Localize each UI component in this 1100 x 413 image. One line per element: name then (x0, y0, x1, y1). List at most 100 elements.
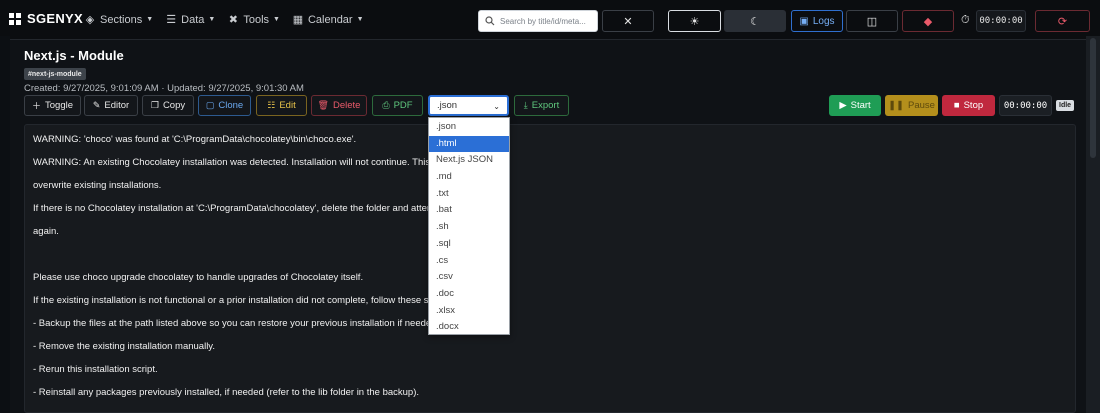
format-select[interactable]: .json ⌄ (428, 95, 509, 116)
close-icon: ✕ (623, 15, 633, 28)
format-option-csv[interactable]: .csv (429, 269, 509, 286)
content-line: again. (33, 226, 59, 237)
reset-button[interactable]: ⟳ (1035, 10, 1090, 32)
format-dropdown-list: .json .html Next.js JSON .md .txt .bat .… (428, 117, 510, 335)
delete-button[interactable]: 🗑 Delete (311, 95, 367, 116)
eraser-icon: ◆ (923, 15, 933, 28)
nav-data-label: Data (181, 13, 205, 26)
content-line: WARNING: An existing Chocolatey installa… (33, 157, 446, 168)
chevron-down-icon: ⌄ (493, 102, 500, 111)
export-label: Export (531, 100, 560, 111)
format-option-html[interactable]: .html (429, 135, 509, 153)
brand-name: SGENYX (27, 11, 83, 26)
trash-icon: 🗑 (317, 100, 329, 110)
format-option-nextjs-json[interactable]: Next.js JSON (429, 152, 509, 169)
dark-theme-button[interactable]: ☾ (724, 10, 786, 32)
logs-button[interactable]: ▣ Logs (791, 10, 843, 32)
global-timer: 00:00:00 (976, 10, 1026, 32)
calendar-icon: ▦ (292, 14, 304, 26)
toggle-label: Toggle (45, 100, 73, 111)
brand-logo-icon (9, 12, 21, 25)
search-input[interactable] (500, 16, 596, 26)
light-theme-button[interactable]: ☀ (668, 10, 721, 32)
content-line: - Remove the existing installation manua… (33, 341, 215, 352)
panel-button[interactable]: ◫ (846, 10, 898, 32)
stop-label: Stop (963, 100, 984, 111)
nav-calendar[interactable]: ▦ Calendar ▼ (292, 13, 364, 27)
content-line: - Rerun this installation script. (33, 364, 158, 375)
content-line: WARNING: 'choco' was found at 'C:\Progra… (33, 134, 357, 145)
stop-icon: ■ (953, 100, 960, 111)
timestamps: Created: 9/27/2025, 9:01:09 AM · Updated… (24, 83, 304, 94)
nav-tools-label: Tools (243, 13, 270, 26)
export-button[interactable]: ⤓ Export (514, 95, 569, 116)
format-option-sh[interactable]: .sh (429, 219, 509, 236)
clone-icon: ▢ (205, 100, 215, 110)
chevron-down-icon: ▼ (208, 16, 216, 23)
pause-button[interactable]: ❚❚ Pause (885, 95, 938, 116)
content-line: Please use choco upgrade chocolatey to h… (33, 272, 364, 283)
moon-icon: ☾ (750, 15, 760, 28)
database-icon: ☰ (166, 14, 177, 26)
app-window: SGENYX ◈ Sections ▼ ☰ Data ▼ ✖ Tools ▼ ▦… (0, 0, 1100, 413)
format-option-json[interactable]: .json (429, 119, 509, 136)
eraser-button[interactable]: ◆ (902, 10, 954, 32)
copy-button[interactable]: ❐ Copy (142, 95, 194, 116)
edit-button[interactable]: ☷ Edit (256, 95, 307, 116)
delete-label: Delete (332, 100, 361, 111)
content-line: - Reinstall any packages previously inst… (33, 387, 420, 398)
power-icon: ⟳ (1057, 15, 1068, 28)
format-option-doc[interactable]: .doc (429, 286, 509, 303)
content-line: If the existing installation is not func… (33, 295, 437, 306)
page-title: Next.js - Module (24, 48, 124, 63)
search-box (478, 10, 598, 32)
chevron-down-icon: ▼ (273, 16, 280, 23)
nav-menu: ◈ Sections ▼ ☰ Data ▼ ✖ Tools ▼ ▦ Calend… (84, 13, 364, 27)
format-option-txt[interactable]: .txt (429, 186, 509, 203)
status-badge: Idle (1056, 100, 1075, 111)
editor-label: Editor (104, 100, 130, 111)
start-button[interactable]: ▶ Start (829, 95, 881, 116)
edit-label: Edit (279, 100, 296, 111)
format-option-bat[interactable]: .bat (429, 202, 509, 219)
nav-sections[interactable]: ◈ Sections ▼ (84, 13, 154, 27)
format-option-sql[interactable]: .sql (429, 236, 509, 253)
scrollbar-thumb[interactable] (1090, 38, 1096, 158)
format-option-xlsx[interactable]: .xlsx (429, 303, 509, 320)
search-icon (485, 16, 495, 26)
stop-button[interactable]: ■ Stop (942, 95, 995, 116)
start-label: Start (850, 100, 871, 111)
brand[interactable]: SGENYX (8, 11, 83, 26)
tag-badge: #next-js-module (24, 68, 86, 80)
pdf-label: PDF (393, 100, 413, 111)
copy-icon: ❐ (150, 100, 159, 110)
panel-icon: ◫ (866, 15, 878, 28)
left-edge (0, 36, 10, 413)
sun-icon: ☀ (689, 15, 700, 28)
sliders-icon: ☷ (267, 100, 276, 110)
clone-label: Clone (218, 100, 244, 111)
nav-sections-label: Sections (100, 13, 143, 26)
content-line: overwrite existing installations. (33, 180, 162, 191)
copy-label: Copy (162, 100, 186, 111)
logs-icon: ▣ (799, 15, 809, 27)
pause-label: Pause (907, 100, 935, 111)
format-select-value: .json (437, 100, 458, 111)
content-panel: WARNING: 'choco' was found at 'C:\Progra… (24, 124, 1076, 413)
content-line: If there is no Chocolatey installation a… (33, 203, 441, 214)
top-navbar: SGENYX ◈ Sections ▼ ☰ Data ▼ ✖ Tools ▼ ▦… (0, 0, 1100, 40)
editor-button[interactable]: ✎ Editor (84, 95, 138, 116)
format-option-docx[interactable]: .docx (429, 319, 509, 336)
clone-button[interactable]: ▢ Clone (198, 95, 251, 116)
pdf-button[interactable]: ⎙ PDF (372, 95, 423, 116)
format-option-md[interactable]: .md (429, 169, 509, 186)
chevron-down-icon: ▼ (146, 16, 154, 23)
play-icon: ▶ (839, 100, 847, 111)
nav-data[interactable]: ☰ Data ▼ (165, 13, 216, 27)
clear-search-button[interactable]: ✕ (602, 10, 654, 32)
scrollbar[interactable] (1086, 36, 1100, 413)
nav-tools[interactable]: ✖ Tools ▼ (227, 13, 280, 27)
logs-label: Logs (812, 15, 835, 27)
toggle-button[interactable]: ＋ Toggle (24, 95, 81, 116)
format-option-cs[interactable]: .cs (429, 253, 509, 270)
